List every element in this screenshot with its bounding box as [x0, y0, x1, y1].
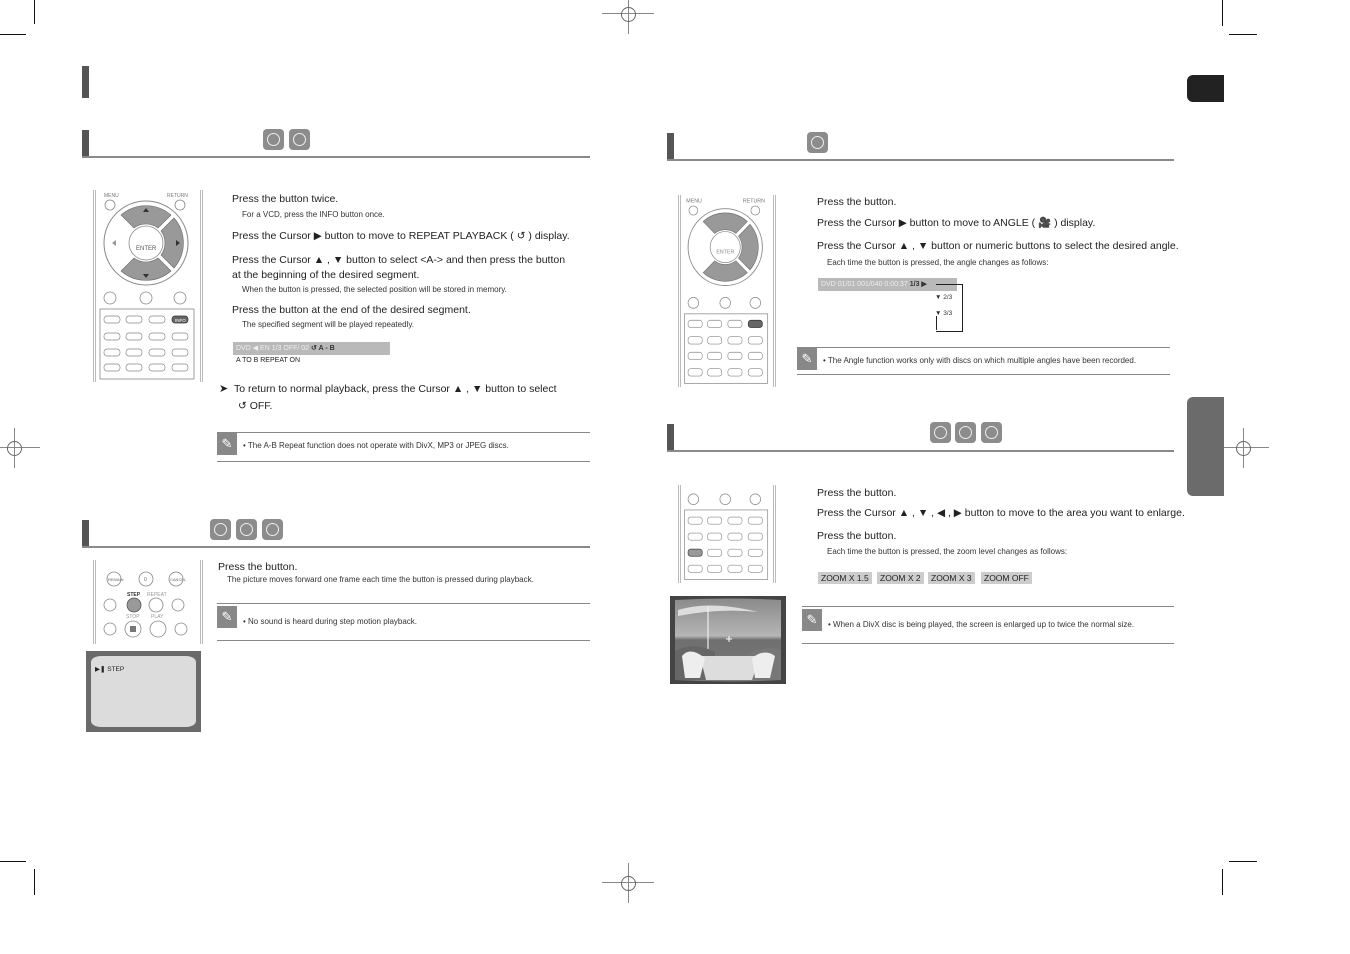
crop-mark: [34, 869, 35, 895]
step-1-subtext: For a VCD, press the INFO button once.: [242, 210, 385, 219]
divx-disc-icon: [981, 422, 1002, 443]
remote-illustration-angle: MENU RETURN ENTER: [678, 195, 776, 387]
note-text: • The A-B Repeat function does not opera…: [243, 441, 509, 450]
zoom-level-1: ZOOM X 1.5: [818, 572, 872, 584]
crop-mark: [1222, 869, 1223, 895]
angle-step-1-text: Press the button.: [817, 196, 897, 208]
divx-disc-icon: [262, 519, 283, 540]
vcd-disc-icon: [289, 129, 310, 150]
svg-text:STOP: STOP: [126, 614, 140, 620]
zoom-step-3-subtext: Each time the button is pressed, the zoo…: [827, 547, 1068, 556]
svg-text:PLAY: PLAY: [151, 614, 164, 620]
angle-step-3-subtext: Each time the button is pressed, the ang…: [827, 258, 1049, 267]
vcd-disc-icon: [955, 422, 976, 443]
zoom-level-2: ZOOM X 2: [877, 572, 924, 584]
dvd-disc-icon: [807, 132, 828, 153]
enter-label: ENTER: [136, 246, 157, 252]
step-4-text: Press the button at the end of the desir…: [232, 304, 471, 316]
note-zoom: ✎ • When a DivX disc is being played, th…: [802, 606, 1174, 644]
note-text: • The Angle function works only with dis…: [823, 356, 1137, 365]
repeat-osd-bar: DVD ◀ EN 1/3 OFF/ 02 ↺ A - B: [233, 342, 390, 355]
pencil-note-icon: ✎: [217, 606, 237, 628]
remote-illustration-zoom: [678, 485, 776, 583]
dvd-disc-icon: [263, 129, 284, 150]
step-3-subtext: When the button is pressed, the selected…: [242, 285, 507, 294]
pencil-note-icon: ✎: [217, 433, 237, 455]
tv-screen-step: ▶❚ STEP: [86, 651, 201, 732]
step-4-subtext: The specified segment will be played rep…: [242, 320, 414, 329]
chapter-tab: [1187, 397, 1224, 496]
section-header-step-motion: [82, 520, 590, 548]
note-text: • When a DivX disc is being played, the …: [828, 620, 1135, 629]
step-3-text-cont: at the beginning of the desired segment.: [232, 269, 420, 281]
dvd-disc-icon: [210, 519, 231, 540]
page-title-bar: [82, 66, 89, 98]
crop-mark: [1222, 0, 1223, 26]
osd-items: DVD ◀ EN 1/3 OFF/ 02: [236, 345, 310, 352]
svg-text:RETURN: RETURN: [743, 198, 765, 204]
remote-illustration-step: REMAIN 0 CANCEL STEP REPEAT STOP PLAY: [93, 560, 203, 644]
remote-nav-pad: MENU RETURN ENTER INFO: [99, 193, 195, 380]
vcd-disc-icon: [236, 519, 257, 540]
remote-illustration: MENU RETURN ENTER INFO: [93, 190, 203, 382]
osd-angle-current: 1/3 ▶: [909, 281, 927, 288]
screen-step-label: ▶❚ STEP: [95, 666, 125, 673]
zoom-step-3-text: Press the button.: [817, 530, 897, 542]
angle-cycle-arrow: [936, 284, 963, 332]
svg-text:CANCEL: CANCEL: [170, 577, 187, 582]
section-header-repeat-ab: [82, 130, 590, 158]
crop-mark: [34, 0, 35, 24]
registration-mark: [0, 428, 40, 468]
note-repeat-ab: ✎ • The A-B Repeat function does not ope…: [217, 432, 590, 462]
zoom-level-3: ZOOM X 3: [928, 572, 975, 584]
step-1-text: Press the button twice.: [232, 193, 339, 205]
zoom-button-highlight: [687, 548, 703, 557]
zoom-step-1-text: Press the button.: [817, 487, 897, 499]
return-label: RETURN: [167, 193, 188, 199]
note-text: • No sound is heard during step motion p…: [243, 617, 418, 626]
angle-step-3-text: Press the Cursor ▲ , ▼ button or numeric…: [817, 240, 1179, 252]
step-3-text: Press the Cursor ▲ , ▼ button to select …: [232, 254, 566, 266]
tip-arrow-icon: ➤: [219, 383, 229, 395]
tip-text-cont: ↺ OFF.: [238, 400, 273, 412]
crop-mark: [1229, 861, 1257, 862]
zoomed-screen-image: [670, 596, 786, 684]
svg-text:REPEAT: REPEAT: [147, 592, 167, 598]
note-step-motion: ✎ • No sound is heard during step motion…: [217, 603, 590, 641]
registration-mark: [602, 863, 654, 903]
svg-text:ENTER: ENTER: [716, 249, 734, 255]
step-button-highlight: [126, 597, 142, 613]
registration-mark: [1217, 428, 1269, 468]
osd-repeat-ab: ↺ A - B: [311, 345, 335, 352]
dvd-disc-icon: [930, 422, 951, 443]
crop-mark: [0, 861, 26, 862]
registration-mark: [602, 0, 654, 34]
pencil-note-icon: ✎: [797, 348, 817, 370]
step-2-text: Press the Cursor ▶ button to move to REP…: [232, 230, 570, 242]
osd-caption: A TO B REPEAT ON: [236, 357, 301, 364]
svg-text:REMAIN: REMAIN: [108, 577, 124, 582]
step-motion-text: Press the button.: [218, 561, 298, 573]
section-header-zoom: [667, 424, 1174, 452]
section-header-angle: [667, 133, 1174, 161]
tip-text: To return to normal playback, press the …: [234, 383, 557, 395]
crop-mark: [1229, 34, 1257, 35]
language-tab: [1187, 75, 1224, 102]
svg-text:INFO: INFO: [175, 318, 186, 323]
menu-label: MENU: [104, 193, 119, 199]
zoom-level-off: ZOOM OFF: [981, 572, 1032, 584]
crop-mark: [0, 34, 26, 35]
step-motion-subtext: The picture moves forward one frame each…: [227, 575, 534, 584]
note-angle: ✎ • The Angle function works only with d…: [797, 347, 1170, 375]
svg-text:STEP: STEP: [127, 592, 141, 598]
svg-text:0: 0: [144, 577, 147, 583]
osd-items: DVD 01/01 001/040 0:00:37: [821, 281, 908, 288]
pencil-note-icon: ✎: [802, 609, 822, 631]
svg-text:MENU: MENU: [686, 198, 702, 204]
angle-step-2-text: Press the Cursor ▶ button to move to ANG…: [817, 217, 1096, 229]
zoom-step-2-text: Press the Cursor ▲ , ▼ , ◀ , ▶ button to…: [817, 507, 1185, 519]
